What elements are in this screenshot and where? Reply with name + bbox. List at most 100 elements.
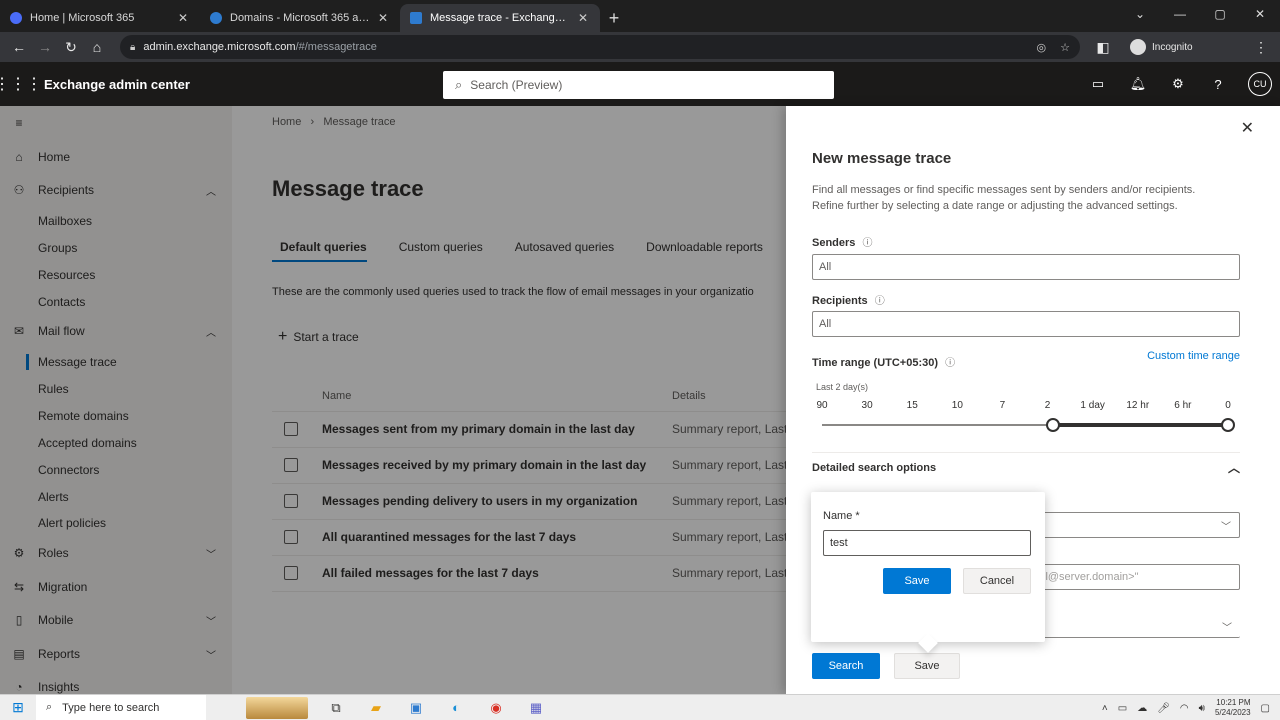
name-input[interactable]: test xyxy=(823,530,1031,556)
modal-overlay[interactable] xyxy=(0,106,786,694)
gear-icon[interactable]: ⚙ xyxy=(1168,76,1188,92)
header-actions: ▭ 🔔︎ ⚙ ? CU xyxy=(1088,62,1272,106)
senders-input[interactable]: All xyxy=(812,254,1240,280)
tab-close-icon[interactable]: ✕ xyxy=(576,11,590,25)
chrome-icon[interactable]: ◉ xyxy=(484,698,508,718)
wifi-icon[interactable]: ◠ xyxy=(1180,703,1189,714)
recipients-input[interactable]: All xyxy=(812,311,1240,337)
detailed-search-options-header[interactable]: Detailed search options ︿ xyxy=(812,452,1240,482)
volume-icon[interactable]: 🔊︎ xyxy=(1199,703,1205,714)
home-icon[interactable]: ⌂ xyxy=(84,35,110,59)
maximize-icon[interactable]: ▢ xyxy=(1200,0,1240,28)
slider-thumb-start[interactable] xyxy=(1046,418,1061,432)
info-icon[interactable]: ⓘ xyxy=(875,292,885,307)
chevron-up-icon: ︿ xyxy=(1227,461,1240,475)
forward-icon[interactable]: → xyxy=(32,35,58,59)
tab-close-icon[interactable]: ✕ xyxy=(376,11,390,25)
panel-title: New message trace xyxy=(812,150,952,167)
slider-tick-label: 1 day xyxy=(1080,400,1105,411)
microphone-icon[interactable]: 🎤︎ xyxy=(1157,703,1170,714)
slider-tick-label: 2 xyxy=(1044,400,1051,411)
save-query-callout: Name * test Save Cancel xyxy=(811,492,1045,642)
windows-taskbar: ⊞ ⌕ Type here to search ⧉ ▰ ▣ ◐ ◉ ▦ ˄ ▭ … xyxy=(0,694,1280,720)
cloud-icon[interactable]: ☁ xyxy=(1137,703,1147,714)
slider-tick-label: 12 hr xyxy=(1126,400,1150,411)
taskbar-search-placeholder: Type here to search xyxy=(62,701,160,714)
browser-tab-domains[interactable]: Domains - Microsoft 365 admin ✕ xyxy=(200,4,400,32)
app-launcher-icon[interactable]: ⋮⋮⋮ xyxy=(0,62,42,106)
browser-tabstrip: Home | Microsoft 365 ✕ Domains - Microso… xyxy=(0,0,1280,32)
search-icon: ⌕ xyxy=(455,77,463,92)
sidepanel-icon[interactable]: ◧ xyxy=(1090,35,1116,59)
chevron-down-icon[interactable]: ⌄ xyxy=(1120,0,1160,28)
delivery-status-dropdown[interactable]: ﹀ xyxy=(1036,512,1240,538)
network-icon[interactable]: ▭ xyxy=(1118,703,1127,714)
menu-icon[interactable]: ⋮ xyxy=(1248,35,1274,59)
task-view-icon[interactable]: ⧉ xyxy=(324,698,348,718)
recipients-label-text: Recipients xyxy=(812,295,868,307)
back-icon[interactable]: ← xyxy=(6,35,32,59)
direction-dropdown[interactable]: ﹀ xyxy=(1036,616,1240,638)
app-header: ⋮⋮⋮ Exchange admin center ⌕ Search (Prev… xyxy=(0,62,1280,106)
search-button[interactable]: Search xyxy=(812,653,880,679)
taskbar-apps: ⧉ ▰ ▣ ◐ ◉ ▦ xyxy=(324,698,548,718)
tab-title: Message trace - Exchange admi xyxy=(430,12,570,24)
clock-time: 10:21 PM xyxy=(1216,698,1251,707)
tab-title: Home | Microsoft 365 xyxy=(30,12,135,24)
windows-start-icon[interactable]: ⊞ xyxy=(0,695,36,720)
window-controls: ⌄ — ▢ ✕ xyxy=(1120,0,1280,28)
teams-icon[interactable]: ▦ xyxy=(524,698,548,718)
weather-widget-icon[interactable] xyxy=(246,696,308,719)
notification-icon[interactable]: ▢ xyxy=(1261,703,1270,714)
save-button[interactable]: Save xyxy=(894,653,960,679)
callout-save-button[interactable]: Save xyxy=(883,568,951,594)
search-input[interactable]: ⌕ Search (Preview) xyxy=(443,71,834,99)
star-icon[interactable]: ☆ xyxy=(1060,41,1070,54)
admin-icon xyxy=(210,12,222,24)
avatar[interactable]: CU xyxy=(1248,72,1272,96)
tab-close-icon[interactable]: ✕ xyxy=(176,11,190,25)
info-icon[interactable]: ⓘ xyxy=(945,354,955,369)
file-explorer-icon[interactable]: ▰ xyxy=(364,698,388,718)
bell-icon[interactable]: 🔔︎ xyxy=(1128,76,1148,92)
clock[interactable]: 10:21 PM 5/24/2023 xyxy=(1215,698,1251,718)
browser-tab-message-trace[interactable]: Message trace - Exchange admi ✕ xyxy=(400,4,600,32)
exchange-icon xyxy=(410,12,422,24)
time-range-label-text: Time range (UTC+05:30) xyxy=(812,357,939,369)
eye-off-icon[interactable]: ◎ xyxy=(1037,41,1047,54)
chevron-up-icon[interactable]: ˄ xyxy=(1102,703,1108,714)
microsoft365-icon xyxy=(10,12,22,24)
system-tray: ˄ ▭ ☁ 🎤︎ ◠ 🔊︎ 10:21 PM 5/24/2023 ▢ xyxy=(1102,695,1270,720)
profile-incognito[interactable]: Incognito xyxy=(1130,39,1193,55)
store-icon[interactable]: ▣ xyxy=(404,698,428,718)
profile-label: Incognito xyxy=(1152,41,1193,53)
time-range-slider-fill xyxy=(1053,423,1228,427)
panel-description: Find all messages or find specific messa… xyxy=(812,184,1196,212)
help-icon[interactable]: ? xyxy=(1208,77,1228,92)
close-icon[interactable]: ✕ xyxy=(1240,0,1280,28)
feedback-icon[interactable]: ▭ xyxy=(1088,76,1108,92)
senders-label-text: Senders xyxy=(812,237,856,249)
message-id-input[interactable]: ll@server.domain>" xyxy=(1036,564,1240,590)
app-title[interactable]: Exchange admin center xyxy=(44,77,190,92)
senders-label: Senders ⓘ xyxy=(812,234,872,249)
minimize-icon[interactable]: — xyxy=(1160,0,1200,28)
address-bar[interactable]: 🔒︎ admin.exchange.microsoft.com /#/messa… xyxy=(120,35,1080,59)
edge-icon[interactable]: ◐ xyxy=(444,698,468,718)
close-icon[interactable]: ✕ xyxy=(1241,118,1254,138)
slider-thumb-end[interactable] xyxy=(1221,418,1235,432)
slider-ticks: 90 30 15 10 7 2 1 day 12 hr 6 hr 0 xyxy=(816,400,1236,414)
slider-tick-label: 10 xyxy=(951,400,963,411)
chevron-down-icon: ﹀ xyxy=(1222,623,1232,634)
taskbar-search[interactable]: ⌕ Type here to search xyxy=(36,694,206,720)
url-path: /#/messagetrace xyxy=(295,41,377,53)
new-tab-icon[interactable]: + xyxy=(600,4,628,32)
recipients-label: Recipients ⓘ xyxy=(812,292,885,307)
slider-value-label: Last 2 day(s) xyxy=(816,382,869,392)
slider-tick-label: 0 xyxy=(1225,400,1231,411)
info-icon[interactable]: ⓘ xyxy=(862,234,872,249)
browser-tab-home[interactable]: Home | Microsoft 365 ✕ xyxy=(0,4,200,32)
reload-icon[interactable]: ↻ xyxy=(58,35,84,59)
custom-time-range-link[interactable]: Custom time range xyxy=(1147,350,1240,362)
callout-cancel-button[interactable]: Cancel xyxy=(963,568,1031,594)
